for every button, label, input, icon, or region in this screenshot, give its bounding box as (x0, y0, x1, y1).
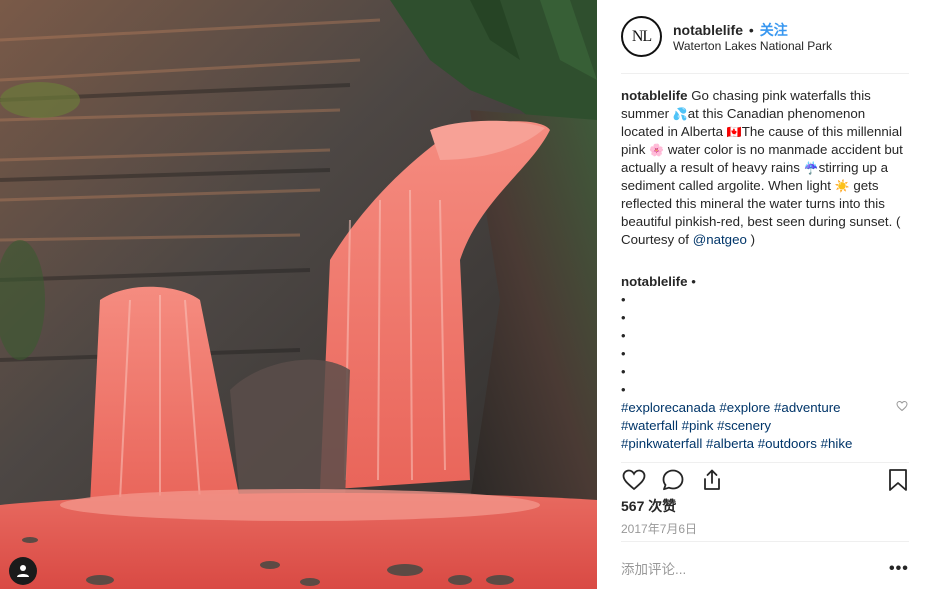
list-item: • (621, 292, 626, 307)
save-button[interactable] (885, 467, 911, 493)
location-link[interactable]: Waterton Lakes National Park (673, 39, 832, 53)
action-bar (621, 462, 909, 492)
post-caption: notablelife Go chasing pink waterfalls t… (621, 87, 909, 249)
heart-outline-icon[interactable] (896, 400, 908, 412)
more-options-button[interactable]: ••• (889, 560, 909, 578)
list-item: • (621, 364, 626, 379)
bullet-list: • • • • • • (621, 291, 909, 399)
list-item: • (621, 382, 626, 397)
post-header: NL notablelife • 关注 Waterton Lakes Natio… (621, 16, 909, 74)
hashtags: #explorecanada #explore #adventure #wate… (621, 399, 891, 453)
separator-dot: • (691, 274, 696, 289)
comment-icon (662, 469, 684, 491)
tag-user-button[interactable] (9, 557, 37, 585)
hashtag-comment: notablelife • • • • • • • #explorecanada… (621, 273, 909, 453)
bookmark-icon (889, 469, 907, 491)
avatar-logo: NL (631, 27, 652, 45)
comment-username[interactable]: notablelife (621, 274, 688, 289)
heart-icon (622, 469, 646, 491)
username-link[interactable]: notablelife (673, 22, 743, 38)
list-item: • (621, 346, 626, 361)
post-sidebar: NL notablelife • 关注 Waterton Lakes Natio… (597, 0, 927, 589)
user-icon (17, 565, 29, 577)
hashtag-line-3[interactable]: #pinkwaterfall #alberta #outdoors #hike (621, 435, 891, 453)
hashtag-line-2[interactable]: #waterfall #pink #scenery (621, 417, 891, 435)
blossom-emoji: 🌸 (649, 143, 665, 157)
share-icon (704, 469, 720, 490)
likes-count[interactable]: 567 次赞 (621, 496, 676, 516)
follow-button[interactable]: 关注 (760, 22, 788, 38)
waterfall-image (0, 0, 597, 589)
post-date: 2017年7月6日 (621, 522, 698, 536)
list-item: • (621, 310, 626, 325)
comment-button[interactable] (660, 467, 686, 493)
sun-emoji: ☀️ (834, 179, 850, 193)
avatar[interactable]: NL (621, 16, 662, 57)
list-item: • (621, 328, 626, 343)
umbrella-emoji: ☔ (803, 161, 819, 175)
hashtag-line-1[interactable]: #explorecanada #explore #adventure (621, 399, 891, 417)
caption-text-7: ) (750, 232, 756, 247)
comment-box: ••• (621, 541, 909, 589)
caption-username[interactable]: notablelife (621, 88, 688, 103)
like-button[interactable] (621, 467, 647, 493)
mention-link[interactable]: @natgeo (693, 232, 747, 247)
canada-flag-emoji: 🇨🇦 (726, 125, 742, 139)
droplets-emoji: 💦 (672, 107, 688, 121)
share-button[interactable] (699, 467, 725, 493)
post-photo[interactable] (0, 0, 597, 589)
separator-dot: • (748, 22, 754, 38)
comment-input[interactable] (621, 562, 871, 577)
